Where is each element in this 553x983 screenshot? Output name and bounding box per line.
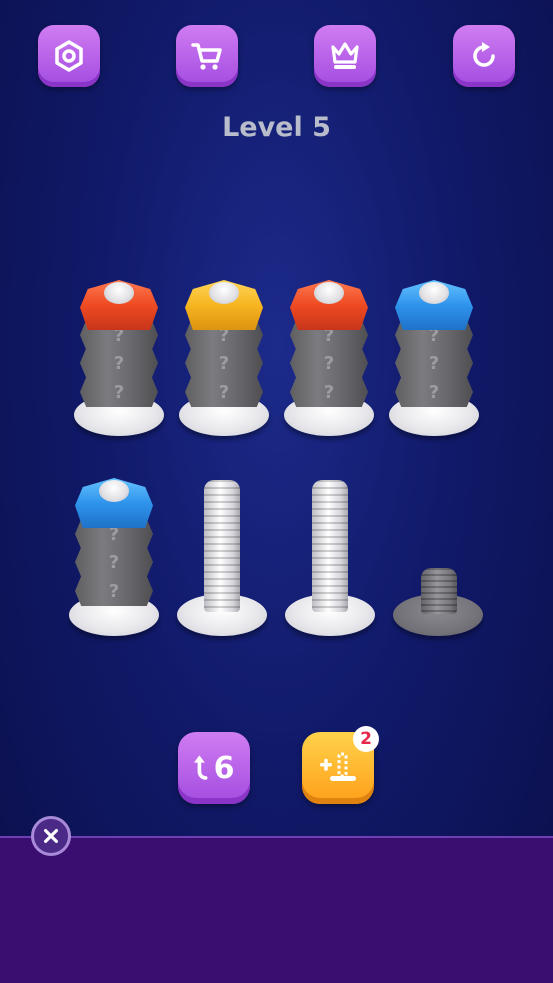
bolt-cap xyxy=(209,282,239,304)
hidden-nut: ? xyxy=(75,547,153,577)
add-bolt-button[interactable]: 2 xyxy=(302,726,379,804)
close-icon xyxy=(44,829,58,843)
shop-button[interactable] xyxy=(176,25,238,87)
add-bolt-badge: 2 xyxy=(353,726,379,752)
settings-button[interactable] xyxy=(38,25,100,87)
hidden-nut: ? xyxy=(290,377,368,407)
add-bolt-icon xyxy=(320,752,356,781)
hidden-nut: ? xyxy=(75,576,153,606)
bolt-cap xyxy=(104,282,134,304)
bolt-stack-2[interactable]: ? ? ? xyxy=(179,278,269,438)
bolt-cap xyxy=(314,282,344,304)
bolt-stack-3[interactable]: ? ? ? xyxy=(284,278,374,438)
bolt-stack-empty-1[interactable] xyxy=(177,478,267,640)
undo-icon xyxy=(193,755,208,780)
hidden-nut: ? xyxy=(80,377,158,407)
bolt-rod xyxy=(204,480,240,612)
refresh-icon xyxy=(473,42,495,67)
hidden-nut: ? xyxy=(290,348,368,378)
locked-bolt-rod xyxy=(421,568,457,614)
restart-button[interactable] xyxy=(453,25,515,87)
crown-icon xyxy=(331,42,359,69)
hex-nut-icon xyxy=(55,40,83,72)
level-title: Level 5 xyxy=(222,112,331,143)
ad-banner xyxy=(0,836,553,983)
bolt-rod xyxy=(312,480,348,612)
bolt-stack-1[interactable]: ? ? ? xyxy=(74,278,164,438)
hidden-nut: ? xyxy=(185,377,263,407)
bolt-stack-4[interactable]: ? ? ? xyxy=(389,278,479,438)
undo-count: 6 xyxy=(213,750,235,786)
hidden-nut: ? xyxy=(185,348,263,378)
hidden-nut: ? xyxy=(395,348,473,378)
close-ad-button[interactable] xyxy=(31,816,71,856)
bolt-stack-locked[interactable] xyxy=(393,566,483,640)
bolt-stack-empty-2[interactable] xyxy=(285,478,375,640)
bolt-stack-5[interactable]: ? ? ? xyxy=(69,476,159,640)
hidden-nut: ? xyxy=(80,348,158,378)
crown-button[interactable] xyxy=(314,25,376,87)
bolt-cap xyxy=(419,282,449,304)
cart-icon xyxy=(191,43,222,70)
hidden-nut: ? xyxy=(395,377,473,407)
bolt-cap xyxy=(99,480,129,502)
undo-button[interactable]: 6 xyxy=(178,732,250,804)
